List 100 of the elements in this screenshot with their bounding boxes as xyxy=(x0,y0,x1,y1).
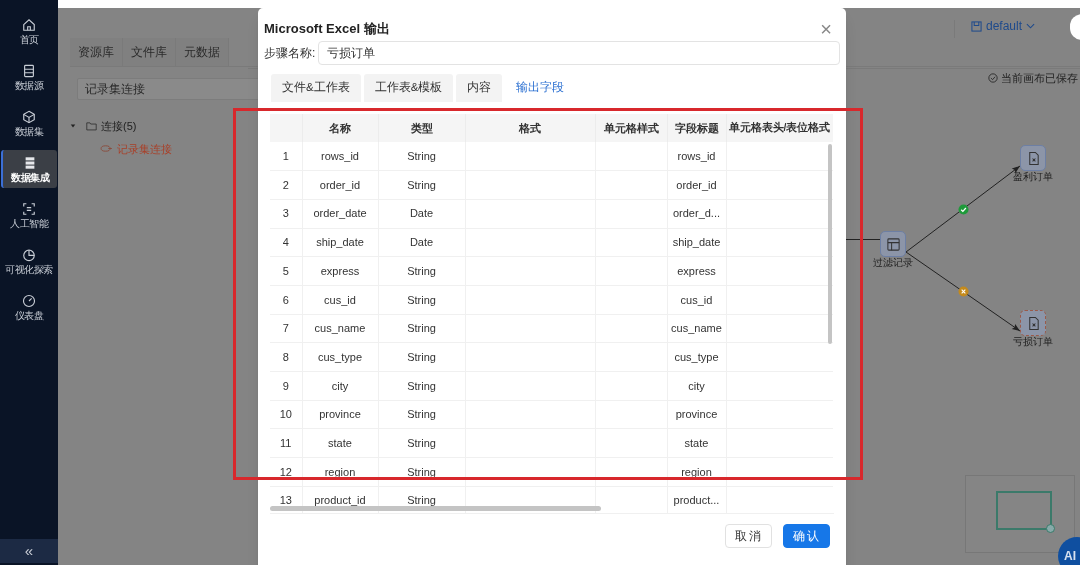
table-cell: order_id xyxy=(302,170,378,200)
table-cell: cus_name xyxy=(302,314,378,343)
table-cell: city xyxy=(667,371,726,401)
flow-node[interactable] xyxy=(1020,145,1046,171)
node-label: 亏损订单 xyxy=(1013,336,1053,349)
table-cell: province xyxy=(667,400,726,429)
nav-icon xyxy=(22,293,36,308)
nav-item[interactable]: 可视化探索 xyxy=(1,242,57,280)
nav-icon xyxy=(23,155,37,170)
table-cell: order_date xyxy=(302,199,378,229)
table-cell: 10 xyxy=(270,400,302,429)
table-cell: String xyxy=(378,457,465,487)
column-header: 格式 xyxy=(465,114,595,142)
table-cell: cus_type xyxy=(302,342,378,372)
nav-icon xyxy=(22,17,36,32)
table-cell: String xyxy=(378,342,465,372)
table-cell: 11 xyxy=(270,428,302,458)
table-cell: state xyxy=(667,428,726,458)
table-cell: String xyxy=(378,428,465,458)
node-label: 盈利订单 xyxy=(1013,171,1053,184)
table-cell: 4 xyxy=(270,228,302,257)
column-header: 单元格表头/表位格式 xyxy=(726,114,833,142)
table-cell: order_id xyxy=(667,170,726,200)
table-cell: 1 xyxy=(270,142,302,171)
connection-icon xyxy=(100,144,113,154)
table-cell: String xyxy=(378,400,465,429)
nav-icon xyxy=(22,63,36,78)
table-cell: order_d... xyxy=(667,199,726,229)
resize-handle[interactable] xyxy=(1046,524,1055,533)
table-cell: String xyxy=(378,314,465,343)
horizontal-scrollbar[interactable] xyxy=(270,506,601,511)
table-cell: express xyxy=(302,256,378,286)
nav-icon xyxy=(22,109,36,124)
column-header: 名称 xyxy=(302,114,378,142)
table-cell: cus_name xyxy=(667,314,726,343)
table-cell: 5 xyxy=(270,256,302,286)
nav-item[interactable]: 数据源 xyxy=(1,58,57,96)
table-cell: String xyxy=(378,371,465,401)
caret-icon[interactable] xyxy=(70,123,76,130)
panel-tab[interactable]: 资源库 xyxy=(70,38,123,66)
table-cell: String xyxy=(378,285,465,315)
tree-item[interactable]: 连接(5) xyxy=(101,118,137,135)
table-cell: 2 xyxy=(270,170,302,200)
caret-icon xyxy=(1026,23,1036,29)
dialog-tab[interactable]: 内容 xyxy=(456,74,503,102)
vertical-scrollbar[interactable] xyxy=(828,144,832,344)
table-cell: String xyxy=(378,170,465,200)
dialog-title: Microsoft Excel 输出 xyxy=(264,20,390,39)
column-header: 字段标题 xyxy=(667,114,726,142)
table-cell: 8 xyxy=(270,342,302,372)
table-cell: 7 xyxy=(270,314,302,343)
table-cell: state xyxy=(302,428,378,458)
table-cell: ship_date xyxy=(667,228,726,257)
table-cell: cus_id xyxy=(302,285,378,315)
step-name-field[interactable]: 亏损订单 xyxy=(318,41,840,65)
save-status: 当前画布已保存 xyxy=(1001,71,1078,86)
column-header: 单元格样式 xyxy=(595,114,667,142)
table-cell: 6 xyxy=(270,285,302,315)
collapse-button[interactable]: « xyxy=(0,539,58,563)
dialog-tab[interactable]: 文件&工作表 xyxy=(271,74,361,102)
dialog-tab[interactable]: 工作表&模板 xyxy=(363,74,454,102)
minimap[interactable] xyxy=(965,475,1075,553)
table-cell: 3 xyxy=(270,199,302,229)
table-cell: region xyxy=(667,457,726,487)
nav-icon xyxy=(22,201,36,216)
flow-node[interactable] xyxy=(1020,310,1046,336)
cancel-button[interactable]: 取消 xyxy=(725,524,772,548)
table-cell: Date xyxy=(378,228,465,257)
table-cell: city xyxy=(302,371,378,401)
nav-item[interactable]: 仪表盘 xyxy=(1,288,57,326)
nav-icon xyxy=(22,247,36,262)
close-button[interactable]: × xyxy=(820,19,832,39)
table-cell: region xyxy=(302,457,378,487)
table-cell: rows_id xyxy=(302,142,378,171)
save-icon xyxy=(971,20,982,32)
check-icon xyxy=(957,203,969,215)
table-cell: String xyxy=(378,256,465,286)
node-label: 过滤记录 xyxy=(873,257,913,270)
table-cell: ship_date xyxy=(302,228,378,257)
table-icon xyxy=(885,236,901,252)
confirm-button[interactable]: 确认 xyxy=(783,524,830,548)
nav-item[interactable]: 首页 xyxy=(1,12,57,50)
cross-icon xyxy=(957,286,969,297)
table-cell: express xyxy=(667,256,726,286)
flow-node[interactable] xyxy=(880,231,906,257)
table-cell: cus_type xyxy=(667,342,726,372)
table-cell: cus_id xyxy=(667,285,726,315)
folder-icon xyxy=(86,121,97,132)
panel-tab[interactable]: 文件库 xyxy=(123,38,176,66)
nav-item[interactable]: 人工智能 xyxy=(1,196,57,234)
table-cell: Date xyxy=(378,199,465,229)
table-cell: rows_id xyxy=(667,142,726,171)
table-cell: 9 xyxy=(270,371,302,401)
table-cell: String xyxy=(378,142,465,171)
panel-tab[interactable]: 元数据 xyxy=(176,38,229,66)
field-label: 步骤名称: xyxy=(264,45,316,62)
nav-item[interactable]: 数据集 xyxy=(1,104,57,142)
table-cell: 12 xyxy=(270,457,302,487)
check-circle-icon xyxy=(988,73,998,84)
nav-item[interactable]: 数据集成 xyxy=(1,150,57,188)
